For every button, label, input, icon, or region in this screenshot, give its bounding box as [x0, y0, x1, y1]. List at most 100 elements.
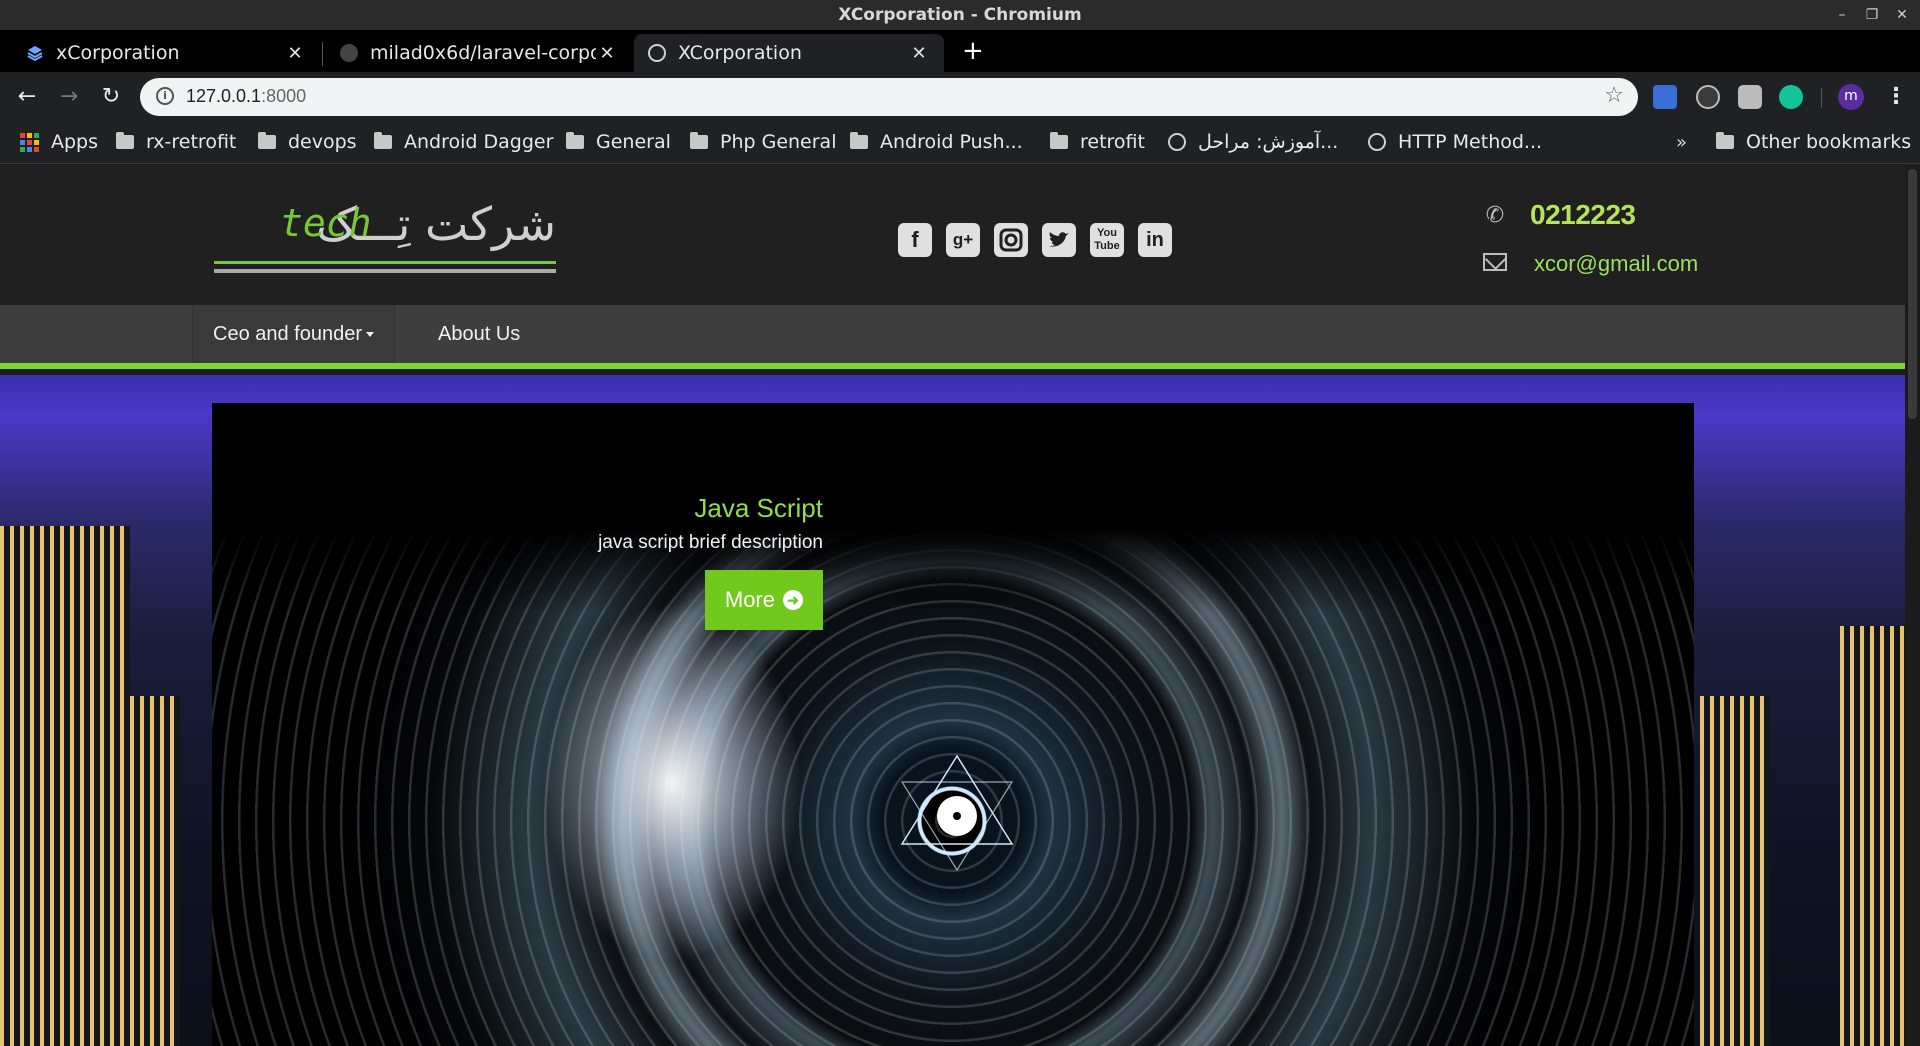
tab-strip: xCorporation ✕ milad0x6d/laravel-corpora… — [0, 30, 1920, 72]
more-button[interactable]: More ➜ — [704, 570, 823, 630]
folder-icon — [1050, 132, 1068, 149]
social-links: f g+ You Tube in — [898, 223, 1172, 257]
menu-kebab-icon[interactable]: ⋮ — [1885, 82, 1907, 112]
folder-icon — [258, 132, 276, 149]
close-window-icon[interactable]: ✕ — [1894, 0, 1910, 30]
incognito-extension-icon[interactable] — [1696, 85, 1720, 109]
hero-background: Java Script java script brief descriptio… — [0, 375, 1905, 1046]
folder-icon — [374, 132, 392, 149]
contact-info: ✆ 0212223 xcor@gmail.com — [1482, 195, 1698, 281]
layers-icon — [26, 44, 44, 62]
url-host: 127.0.0.1 — [186, 86, 262, 106]
tab-separator — [322, 42, 323, 66]
bookmark-star-icon[interactable]: ☆ — [1604, 83, 1624, 108]
globe-icon — [1368, 133, 1386, 151]
envelope-icon — [1482, 252, 1508, 277]
window-title: XCorporation - Chromium — [838, 5, 1082, 25]
window-titlebar: XCorporation - Chromium – ❐ ✕ — [0, 0, 1920, 30]
folder-icon — [690, 132, 708, 149]
scrollbar-thumb[interactable] — [1908, 169, 1917, 419]
youtube-icon[interactable]: You Tube — [1090, 223, 1124, 257]
site-logo[interactable]: شرکت تِـــک tech — [214, 197, 556, 277]
facebook-icon[interactable]: f — [898, 223, 932, 257]
url-text[interactable]: 127.0.0.1:8000 — [186, 86, 306, 107]
logo-underline-gray — [214, 269, 556, 273]
profile-avatar[interactable]: m — [1838, 84, 1864, 110]
bookmark-general[interactable]: General — [566, 131, 671, 153]
web-page: شرکت تِـــک tech f g+ You Tube in ✆ 02122… — [0, 165, 1905, 1046]
bookmark-label: General — [596, 131, 671, 153]
logo-underline-green — [214, 261, 556, 264]
restore-icon[interactable]: ❐ — [1864, 0, 1880, 30]
google-translate-icon[interactable] — [1653, 85, 1677, 109]
bookmark-devops[interactable]: devops — [258, 131, 357, 153]
tab-github[interactable]: milad0x6d/laravel-corpora ✕ — [326, 34, 632, 72]
new-tab-button[interactable]: + — [962, 38, 984, 64]
site-navigation: Ceo and founder About Us — [0, 305, 1905, 369]
close-tab-icon[interactable]: ✕ — [908, 43, 930, 64]
email-address[interactable]: xcor@gmail.com — [1534, 251, 1698, 277]
bookmark-retrofit[interactable]: retrofit — [1050, 131, 1145, 153]
bookmark-label: devops — [288, 131, 357, 153]
bookmark-label: Android Push... — [880, 131, 1023, 153]
bookmarks-overflow-button[interactable]: » — [1676, 132, 1687, 153]
forward-arrow-icon[interactable]: → — [56, 84, 82, 110]
site-header: شرکت تِـــک tech f g+ You Tube in ✆ 02122… — [0, 165, 1905, 305]
nav-about-us[interactable]: About Us — [418, 305, 540, 363]
bookmark-label: retrofit — [1080, 131, 1145, 153]
bookmark-http-method[interactable]: HTTP Method... — [1368, 131, 1542, 153]
reload-icon[interactable]: ↻ — [98, 84, 124, 110]
linkedin-icon[interactable]: in — [1138, 223, 1172, 257]
tab-xcorporation-active[interactable]: XCorporation ✕ — [634, 34, 944, 72]
github-icon — [340, 44, 358, 62]
bookmark-apps[interactable]: Apps — [20, 131, 98, 153]
camera-icon[interactable] — [1738, 85, 1762, 109]
slide-description: java script brief description — [598, 532, 823, 553]
phone-row: ✆ 0212223 — [1482, 195, 1698, 235]
back-arrow-icon[interactable]: ← — [14, 84, 40, 110]
carousel-slide[interactable]: Java Script java script brief descriptio… — [212, 403, 1694, 1046]
more-button-label: More — [724, 587, 775, 612]
phone-number[interactable]: 0212223 — [1530, 199, 1636, 231]
bookmark-android-dagger[interactable]: Android Dagger — [374, 131, 553, 153]
google-plus-icon[interactable]: g+ — [946, 223, 980, 257]
tab-label: milad0x6d/laravel-corpora — [370, 42, 596, 64]
tab-xcorporation[interactable]: xCorporation ✕ — [12, 34, 320, 72]
arrow-circle-right-icon: ➜ — [783, 590, 803, 610]
globe-icon — [648, 44, 666, 62]
toolbar-separator — [1821, 88, 1822, 108]
folder-icon — [1716, 132, 1734, 149]
info-icon[interactable]: i — [156, 87, 174, 105]
page-scrollbar[interactable] — [1905, 165, 1920, 1046]
bookmark-label: rx-retrofit — [146, 131, 237, 153]
bookmark-android-push[interactable]: Android Push... — [850, 131, 1023, 153]
minimize-icon[interactable]: – — [1834, 0, 1850, 30]
bookmark-rx-retrofit[interactable]: rx-retrofit — [116, 131, 236, 153]
grammarly-icon[interactable] — [1779, 85, 1803, 109]
close-tab-icon[interactable]: ✕ — [284, 43, 306, 64]
folder-icon — [116, 132, 134, 149]
url-port: :8000 — [261, 86, 307, 106]
address-bar[interactable]: i 127.0.0.1:8000 ☆ — [140, 78, 1638, 116]
phone-icon: ✆ — [1485, 202, 1505, 228]
bookmark-label: آموزش: مراحل... — [1198, 131, 1339, 153]
close-tab-icon[interactable]: ✕ — [596, 43, 618, 64]
twitter-icon[interactable] — [1042, 223, 1076, 257]
folder-icon — [850, 132, 868, 149]
bookmark-other[interactable]: Other bookmarks — [1716, 131, 1911, 153]
bookmark-label: Php General — [720, 131, 837, 153]
bookmark-farsi-tutorial[interactable]: آموزش: مراحل... — [1168, 131, 1338, 153]
slide-caption: Java Script java script brief descriptio… — [598, 493, 823, 630]
bookmark-label: Apps — [51, 131, 99, 153]
logo-english-text: tech — [280, 201, 372, 245]
bookmark-label: Android Dagger — [404, 131, 554, 153]
nav-ceo-dropdown[interactable]: Ceo and founder — [192, 305, 396, 363]
email-row: xcor@gmail.com — [1482, 247, 1698, 281]
bookmark-php-general[interactable]: Php General — [690, 131, 836, 153]
tab-label: XCorporation — [678, 42, 802, 64]
tab-label: xCorporation — [56, 42, 180, 64]
instagram-icon[interactable] — [994, 223, 1028, 257]
bookmark-label: Other bookmarks — [1746, 131, 1912, 153]
nav-label: Ceo and founder — [213, 323, 363, 345]
bookmarks-bar: Apps rx-retrofit devops Android Dagger G… — [0, 122, 1920, 164]
